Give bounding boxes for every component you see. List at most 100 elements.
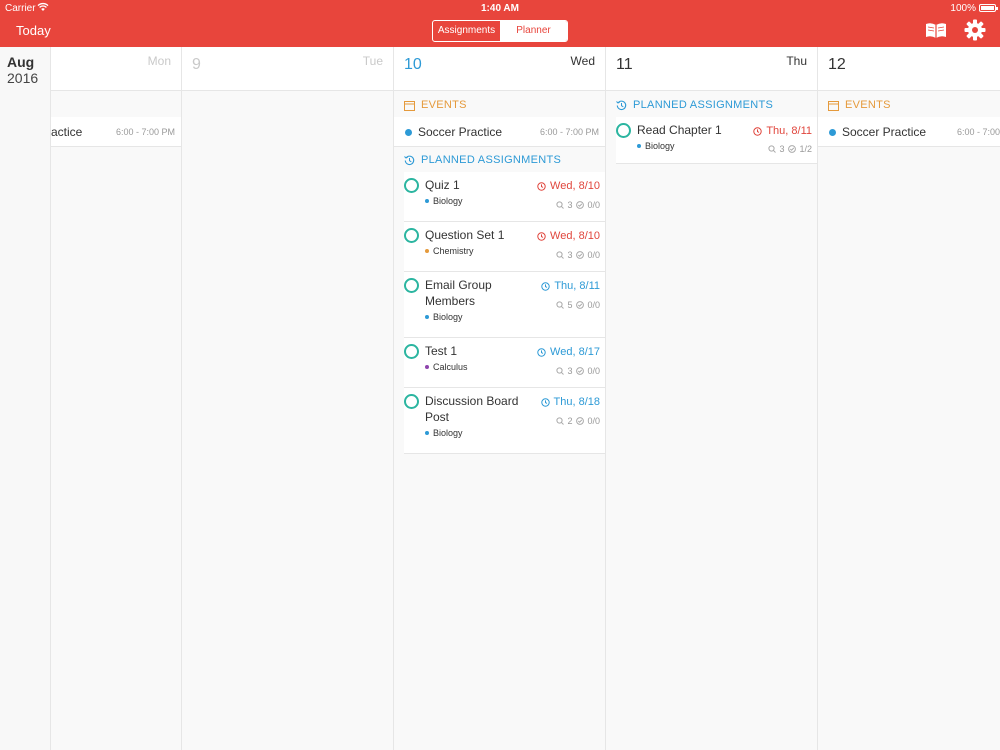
assignment-row[interactable]: Email Group Members Biology Thu, 8/11 5 0… xyxy=(404,272,605,338)
month-name: Aug xyxy=(7,54,35,70)
event-time: 6:00 - 7:00 xyxy=(957,127,1000,137)
today-button[interactable]: Today xyxy=(16,23,51,38)
clock-icon xyxy=(537,181,546,191)
day-column-tue[interactable]: 9 Tue xyxy=(182,47,394,750)
assignment-row[interactable]: Discussion Board Post Biology Thu, 8/18 … xyxy=(404,388,605,454)
assignment-subject: Biology xyxy=(425,196,463,206)
due-date: Thu, 8/11 xyxy=(753,125,812,137)
due-label: Thu, 8/11 xyxy=(554,280,600,292)
due-date: Wed, 8/10 xyxy=(537,230,600,242)
clock-icon xyxy=(540,397,550,407)
day-column-fri[interactable]: 12 EVENTS Soccer Practice 6:00 - 7:00 xyxy=(818,47,1000,750)
progress-count: 0/0 xyxy=(587,200,600,210)
status-bar: Carrier 1:40 AM 100% xyxy=(0,0,1000,16)
complete-toggle[interactable] xyxy=(404,394,419,409)
assignment-meta: 5 0/0 xyxy=(556,300,600,310)
subject-dot xyxy=(425,431,429,435)
planned-section-header: PLANNED ASSIGNMENTS xyxy=(606,93,817,117)
segment-assignments[interactable]: Assignments xyxy=(433,21,500,41)
resources-count: 3 xyxy=(567,200,573,210)
event-time: 6:00 - 7:00 PM xyxy=(539,127,599,137)
assignment-meta: 3 1/2 xyxy=(768,144,812,154)
day-number: 11 xyxy=(616,56,633,73)
month-label-column: Aug 2016 xyxy=(0,47,51,750)
due-label: Thu, 8/18 xyxy=(553,396,600,408)
check-icon xyxy=(576,201,585,209)
event-time: 6:00 - 7:00 PM xyxy=(115,127,175,137)
due-date: Wed, 8/10 xyxy=(537,180,600,192)
event-dot xyxy=(405,129,412,136)
event-row[interactable]: Soccer Practice 6:00 - 7:00 PM xyxy=(394,117,605,147)
assignment-title: Read Chapter 1 xyxy=(637,123,722,137)
event-row[interactable]: Soccer Practice 6:00 - 7:00 xyxy=(818,117,1000,147)
events-section-label: EVENTS xyxy=(421,99,467,111)
assignment-subject: Calculus xyxy=(425,362,468,372)
progress-count: 0/0 xyxy=(587,300,600,310)
resources-icon xyxy=(556,251,565,259)
check-icon xyxy=(788,145,797,153)
subject-label: Biology xyxy=(433,312,463,322)
clock-icon xyxy=(537,347,546,357)
progress-count: 1/2 xyxy=(799,144,812,154)
day-header: 11 Thu xyxy=(606,47,817,91)
day-column-mon[interactable]: Mon actice 6:00 - 7:00 PM xyxy=(51,47,182,750)
day-header: 10 Wed xyxy=(394,47,605,91)
assignment-subject: Biology xyxy=(637,141,675,151)
resources-icon xyxy=(556,301,565,309)
subject-label: Chemistry xyxy=(433,246,474,256)
day-column-wed[interactable]: 10 Wed EVENTS Soccer Practice 6:00 - 7:0… xyxy=(394,47,606,750)
event-title: actice xyxy=(51,125,83,139)
check-icon xyxy=(576,251,585,259)
nav-bar: Carrier 1:40 AM 100% Today Assignments P… xyxy=(0,0,1000,47)
subject-dot xyxy=(425,249,429,253)
events-section-header: EVENTS xyxy=(394,93,605,117)
segment-planner[interactable]: Planner xyxy=(500,21,567,41)
event-row[interactable]: actice 6:00 - 7:00 PM xyxy=(51,117,181,147)
subject-label: Biology xyxy=(645,141,675,151)
day-header: Mon xyxy=(51,47,181,91)
progress-count: 0/0 xyxy=(587,366,600,376)
day-body: actice 6:00 - 7:00 PM xyxy=(51,91,181,750)
subject-label: Calculus xyxy=(433,362,468,372)
day-body: EVENTS Soccer Practice 6:00 - 7:00 PM PL… xyxy=(394,91,605,750)
events-section-header: EVENTS xyxy=(818,93,1000,117)
complete-toggle[interactable] xyxy=(616,123,631,138)
assignment-row[interactable]: Test 1 Calculus Wed, 8/17 3 0/0 xyxy=(404,338,605,388)
clock-icon xyxy=(537,231,546,241)
calendar-icon xyxy=(404,100,415,111)
due-label: Wed, 8/10 xyxy=(550,230,600,242)
assignment-subject: Biology xyxy=(425,312,463,322)
due-label: Thu, 8/11 xyxy=(766,125,812,137)
subject-dot xyxy=(637,144,641,148)
calendar-icon xyxy=(828,100,839,111)
clock-icon xyxy=(753,126,763,136)
day-number: 9 xyxy=(192,56,201,73)
clock: 1:40 AM xyxy=(481,3,519,14)
assignment-meta: 3 0/0 xyxy=(556,366,600,376)
complete-toggle[interactable] xyxy=(404,278,419,293)
complete-toggle[interactable] xyxy=(404,178,419,193)
gear-icon[interactable] xyxy=(964,19,986,41)
day-column-thu[interactable]: 11 Thu PLANNED ASSIGNMENTS Read Chapter … xyxy=(606,47,818,750)
day-body: PLANNED ASSIGNMENTS Read Chapter 1 Biolo… xyxy=(606,91,817,750)
clock-icon xyxy=(541,281,551,291)
assignment-row[interactable]: Question Set 1 Chemistry Wed, 8/10 3 0/0 xyxy=(404,222,605,272)
day-header: 12 xyxy=(818,47,1000,91)
assignment-subject: Biology xyxy=(425,428,463,438)
day-number: 10 xyxy=(404,56,422,73)
assignment-row[interactable]: Read Chapter 1 Biology Thu, 8/11 3 1/2 xyxy=(616,117,817,164)
progress-count: 0/0 xyxy=(587,250,600,260)
complete-toggle[interactable] xyxy=(404,344,419,359)
assignment-meta: 3 0/0 xyxy=(556,250,600,260)
event-dot xyxy=(829,129,836,136)
resources-count: 5 xyxy=(567,300,573,310)
assignment-row[interactable]: Quiz 1 Biology Wed, 8/10 3 0/0 xyxy=(404,172,605,222)
check-icon xyxy=(576,367,585,375)
book-icon[interactable] xyxy=(925,22,947,40)
weekday-label: Wed xyxy=(570,54,595,68)
progress-count: 0/0 xyxy=(587,416,600,426)
complete-toggle[interactable] xyxy=(404,228,419,243)
resources-count: 3 xyxy=(779,144,785,154)
weekday-label: Mon xyxy=(147,54,171,68)
assignment-title: Email Group Members xyxy=(425,278,492,308)
